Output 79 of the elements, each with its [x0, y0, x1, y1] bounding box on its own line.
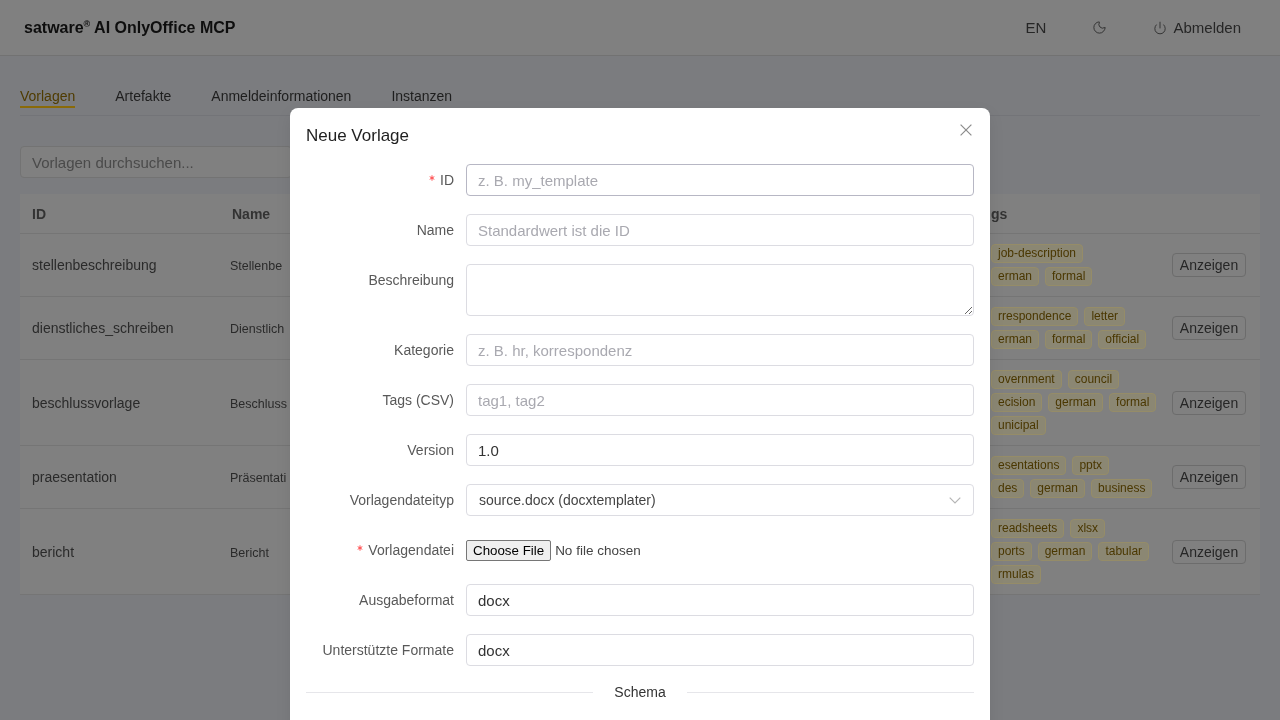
column-header: gs	[991, 205, 1008, 222]
logout-button[interactable]: Abmelden	[1153, 18, 1241, 37]
tag: erman	[991, 330, 1039, 349]
tag: german	[1037, 542, 1093, 561]
chevron-down-icon	[949, 496, 961, 504]
field-label: Ausgabeformat	[359, 592, 454, 608]
power-icon	[1153, 20, 1168, 35]
tag: formal	[1045, 330, 1093, 349]
field-label: Kategorie	[394, 342, 454, 358]
input-field[interactable]: docx	[466, 634, 974, 666]
tag: rrespondence	[991, 307, 1079, 326]
input-field[interactable]: z. B. hr, korrespondenz	[466, 334, 974, 366]
tag: official	[1098, 330, 1147, 349]
template-id: bericht	[32, 543, 75, 560]
tag: tabular	[1098, 542, 1150, 561]
tag: formal	[1045, 267, 1093, 286]
tag: readsheets	[991, 519, 1065, 538]
view-button[interactable]: Anzeigen	[1172, 316, 1246, 340]
textarea-field[interactable]	[466, 264, 974, 316]
tag: ports	[991, 542, 1032, 561]
dialog-title: Neue Vorlage	[306, 125, 410, 147]
tag: job-description	[991, 244, 1084, 263]
theme-toggle-button[interactable]	[1092, 20, 1108, 35]
tag: letter	[1084, 307, 1126, 326]
view-button[interactable]: Anzeigen	[1172, 390, 1246, 415]
tag: des	[991, 479, 1025, 498]
field-label: Beschreibung	[368, 272, 454, 288]
template-name: Beschluss	[230, 396, 287, 411]
column-header: Name	[232, 205, 271, 222]
tag: xlsx	[1070, 519, 1106, 538]
tag: ecision	[991, 393, 1043, 412]
field-label: Vorlagendatei	[368, 542, 454, 558]
tag: pptx	[1072, 456, 1110, 475]
input-field[interactable]: Standardwert ist die ID	[466, 214, 974, 246]
input-field[interactable]: tag1, tag2	[466, 384, 974, 416]
close-icon	[960, 124, 972, 136]
field-label: Vorlagendateityp	[349, 492, 454, 508]
tag: unicipal	[991, 416, 1046, 435]
tag: german	[1030, 479, 1086, 498]
field-label: Version	[407, 442, 454, 458]
view-button[interactable]: Anzeigen	[1172, 465, 1246, 489]
template-name: Stellenbe	[230, 259, 283, 273]
template-name: Präsentati	[230, 471, 287, 485]
field-label: Tags (CSV)	[382, 392, 454, 408]
input-field[interactable]: z. B. my_template	[466, 164, 974, 196]
tag: business	[1091, 479, 1153, 498]
field-label: Unterstützte Formate	[322, 642, 454, 658]
close-button[interactable]	[960, 124, 972, 136]
template-id: stellenbeschreibung	[32, 257, 157, 273]
tab[interactable]: Vorlagen	[20, 78, 76, 108]
app-title: satware$^{®}$ AI OnlyOffice MCP	[24, 18, 236, 37]
tab[interactable]: Anmeldeinformationen	[211, 78, 352, 108]
divider-label: Schema	[613, 684, 667, 700]
tag: german	[1048, 393, 1104, 412]
column-header: ID	[32, 205, 46, 222]
choose-file-button[interactable]: Choose File	[466, 539, 552, 561]
template-id: praesentation	[32, 469, 117, 485]
dropdown-select[interactable]: source.docx (docxtemplater)	[466, 484, 974, 516]
template-name: Bericht	[230, 545, 269, 560]
input-field[interactable]: docx	[466, 584, 974, 616]
template-name: Dienstlich	[230, 322, 285, 336]
input-field[interactable]: 1.0	[466, 434, 974, 466]
moon-icon	[1092, 20, 1108, 35]
tag: formal	[1109, 393, 1157, 412]
tag: rmulas	[991, 565, 1041, 584]
language-button[interactable]: EN	[1025, 18, 1047, 37]
view-button[interactable]: Anzeigen	[1172, 253, 1246, 277]
template-id: dienstliches_schreiben	[32, 320, 174, 336]
tag: overnment	[991, 370, 1062, 389]
tab[interactable]: Artefakte	[115, 78, 172, 108]
field-label: Name	[416, 222, 454, 238]
tag: council	[1067, 370, 1120, 389]
tag: esentations	[991, 456, 1067, 475]
template-id: beschlussvorlage	[32, 394, 141, 411]
tag: erman	[991, 267, 1039, 286]
tab[interactable]: Instanzen	[391, 78, 453, 108]
field-label: ID	[440, 172, 454, 188]
view-button[interactable]: Anzeigen	[1172, 539, 1246, 564]
file-status-text: No file chosen	[555, 542, 641, 558]
